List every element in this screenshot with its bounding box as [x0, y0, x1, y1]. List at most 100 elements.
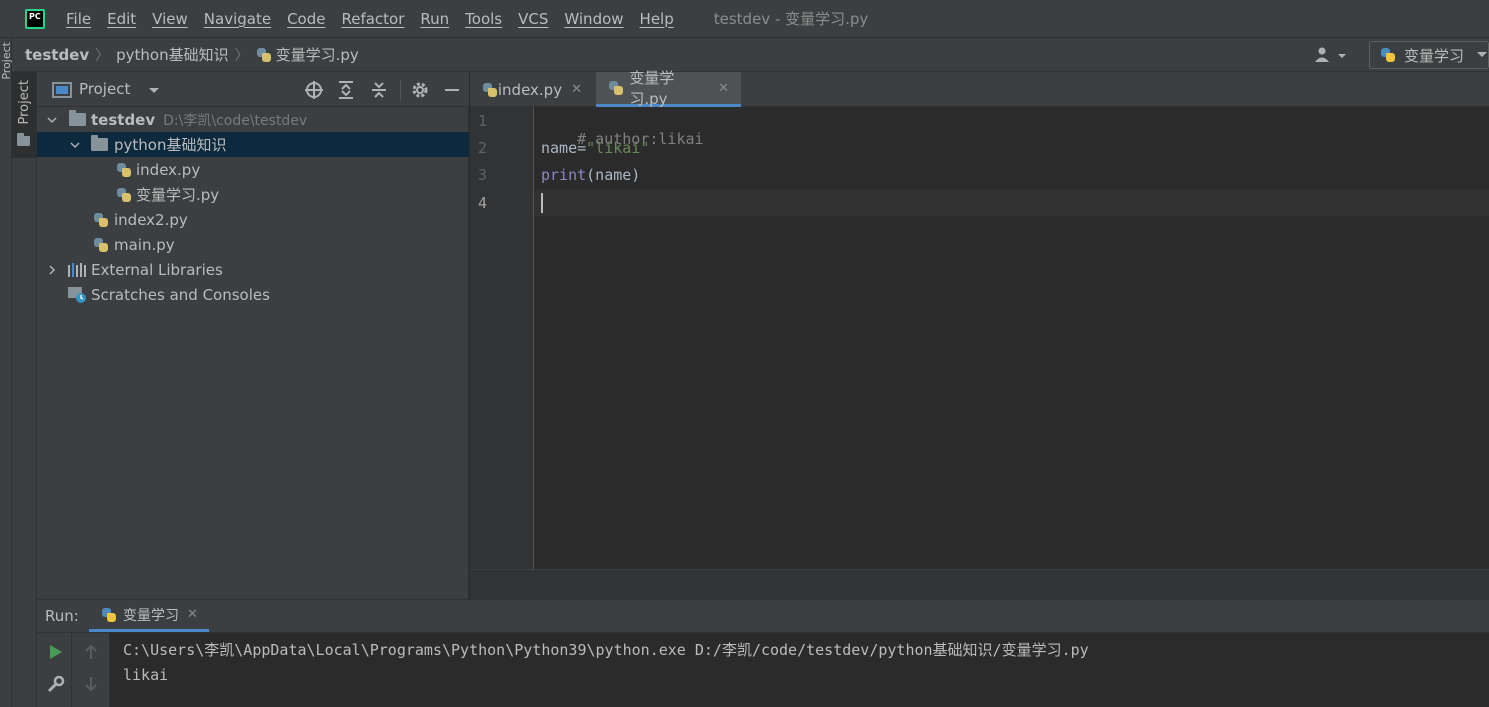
rerun-icon[interactable]	[49, 644, 63, 660]
breadcrumb-folder[interactable]: python基础知识	[116, 44, 228, 65]
menu-refactor[interactable]: Refactor	[341, 10, 404, 28]
menu-tools[interactable]: Tools	[465, 10, 502, 28]
line-number: 4	[478, 194, 488, 212]
run-configuration-select[interactable]: 变量学习	[1369, 41, 1489, 69]
console-line: C:\Users\李凯\AppData\Local\Programs\Pytho…	[123, 641, 1089, 659]
project-view-selector[interactable]: Project	[79, 80, 130, 98]
main-menu: File Edit View Navigate Code Refactor Ru…	[66, 10, 690, 28]
python-file-icon	[116, 187, 132, 203]
run-tab-label: 变量学习	[123, 607, 179, 624]
collapse-all-icon[interactable]	[370, 80, 388, 100]
tab-index-py[interactable]: index.py ✕	[470, 72, 594, 107]
menu-run[interactable]: Run	[420, 10, 449, 28]
tree-item-label: 变量学习.py	[136, 186, 220, 204]
chevron-right-icon[interactable]	[47, 264, 57, 275]
tree-item-label: Scratches and Consoles	[91, 285, 270, 304]
chevron-down-icon[interactable]	[47, 115, 57, 125]
project-view-icon	[52, 82, 72, 98]
tree-item-scratches[interactable]: Scratches and Consoles	[37, 282, 469, 307]
arrow-down-icon[interactable]	[84, 676, 98, 692]
pycharm-logo-icon: PC	[25, 8, 45, 29]
breadcrumb-file[interactable]: 变量学习.py	[276, 44, 359, 65]
tree-item-index-py[interactable]: index.py	[37, 157, 469, 182]
gear-icon[interactable]	[410, 80, 430, 100]
tree-item-index2-py[interactable]: index2.py	[37, 207, 469, 232]
line-number: 3	[478, 166, 488, 184]
python-icon	[101, 607, 117, 623]
navigation-bar: testdev 〉 python基础知识 〉 变量学习.py 变量学习	[12, 38, 1489, 72]
run-toolbar-secondary	[72, 633, 110, 707]
python-file-icon	[608, 80, 624, 96]
menu-file[interactable]: File	[66, 10, 91, 28]
identifier: name	[541, 139, 578, 157]
python-file-icon	[256, 47, 272, 63]
tool-window-strip: Project	[12, 72, 37, 707]
hide-panel-icon[interactable]	[443, 80, 461, 100]
toolbar-divider	[400, 80, 401, 100]
menu-navigate[interactable]: Navigate	[204, 10, 271, 28]
call-arguments: (name)	[586, 166, 641, 184]
expand-all-icon[interactable]	[337, 80, 355, 100]
chevron-down-icon	[1338, 54, 1346, 58]
menu-bar: PC File Edit View Navigate Code Refactor…	[0, 0, 1489, 38]
menu-window[interactable]: Window	[564, 10, 623, 28]
run-panel-label: Run:	[45, 607, 79, 625]
close-icon[interactable]: ✕	[571, 82, 582, 97]
editor-bottom-area	[470, 569, 1489, 599]
scratches-icon	[68, 286, 86, 303]
tab-label: 变量学习.py	[629, 69, 675, 108]
project-tool-label: Project	[17, 80, 32, 125]
project-path: D:\李凯\code\testdev	[163, 112, 308, 129]
tree-item-testdev[interactable]: testdev D:\李凯\code\testdev	[37, 107, 469, 132]
run-console[interactable]: C:\Users\李凯\AppData\Local\Programs\Pytho…	[110, 633, 1489, 707]
window-title: testdev - 变量学习.py	[713, 10, 869, 28]
python-icon	[1380, 47, 1396, 63]
code-editor[interactable]: # author:likai name="likai" print(name)	[535, 107, 1489, 569]
tree-item-label: main.py	[114, 235, 175, 254]
chevron-down-icon[interactable]	[70, 140, 80, 150]
tab-variables-py[interactable]: 变量学习.py ✕	[596, 69, 741, 108]
folder-icon	[17, 133, 30, 146]
line-number: 2	[478, 139, 488, 157]
python-file-icon	[93, 237, 109, 253]
menu-vcs[interactable]: VCS	[518, 10, 548, 28]
logo-text: PC	[29, 11, 41, 21]
run-configuration-label: 变量学习	[1404, 46, 1465, 65]
tab-label: index.py	[497, 80, 563, 99]
menu-help[interactable]: Help	[640, 10, 674, 28]
breadcrumb-project[interactable]: testdev	[25, 46, 89, 64]
chevron-down-icon	[1477, 52, 1487, 57]
menu-view[interactable]: View	[152, 10, 188, 28]
tree-item-label: testdev	[91, 110, 156, 129]
line-number-gutter: 1 2 3 4	[470, 107, 534, 569]
tree-item-variables-py[interactable]: 变量学习.py	[37, 182, 469, 207]
python-file-icon	[93, 212, 109, 228]
tree-item-python-basics[interactable]: python基础知识	[37, 132, 469, 157]
user-icon	[1315, 47, 1346, 62]
breadcrumb-separator: 〉	[95, 47, 110, 64]
tree-item-label: index2.py	[114, 210, 188, 229]
code-line-3[interactable]: print(name)	[541, 166, 640, 184]
project-tool-button[interactable]: Project	[12, 72, 37, 158]
outer-left-strip: Project marks	[0, 38, 13, 707]
project-panel-header: Project	[37, 72, 469, 107]
project-tree: testdev D:\李凯\code\testdev python基础知识 in…	[37, 107, 469, 599]
arrow-up-icon[interactable]	[84, 644, 98, 660]
string-literal: "likai"	[586, 139, 650, 157]
menu-edit[interactable]: Edit	[107, 10, 136, 28]
tree-item-label: index.py	[136, 160, 201, 179]
python-file-icon	[482, 82, 497, 98]
run-tab[interactable]: 变量学习 ✕	[89, 600, 209, 632]
code-line-2[interactable]: name="likai"	[541, 139, 649, 157]
user-button[interactable]	[1314, 46, 1350, 64]
close-icon[interactable]: ✕	[187, 607, 198, 622]
chevron-down-icon[interactable]	[148, 87, 160, 95]
close-icon[interactable]: ✕	[718, 81, 729, 96]
tree-item-external-libraries[interactable]: External Libraries	[37, 257, 469, 282]
wrench-icon[interactable]	[47, 675, 65, 693]
menu-code[interactable]: Code	[287, 10, 325, 28]
locate-file-icon[interactable]	[304, 80, 324, 100]
tree-item-main-py[interactable]: main.py	[37, 232, 469, 257]
line-number: 1	[478, 112, 488, 130]
python-file-icon	[116, 162, 132, 178]
